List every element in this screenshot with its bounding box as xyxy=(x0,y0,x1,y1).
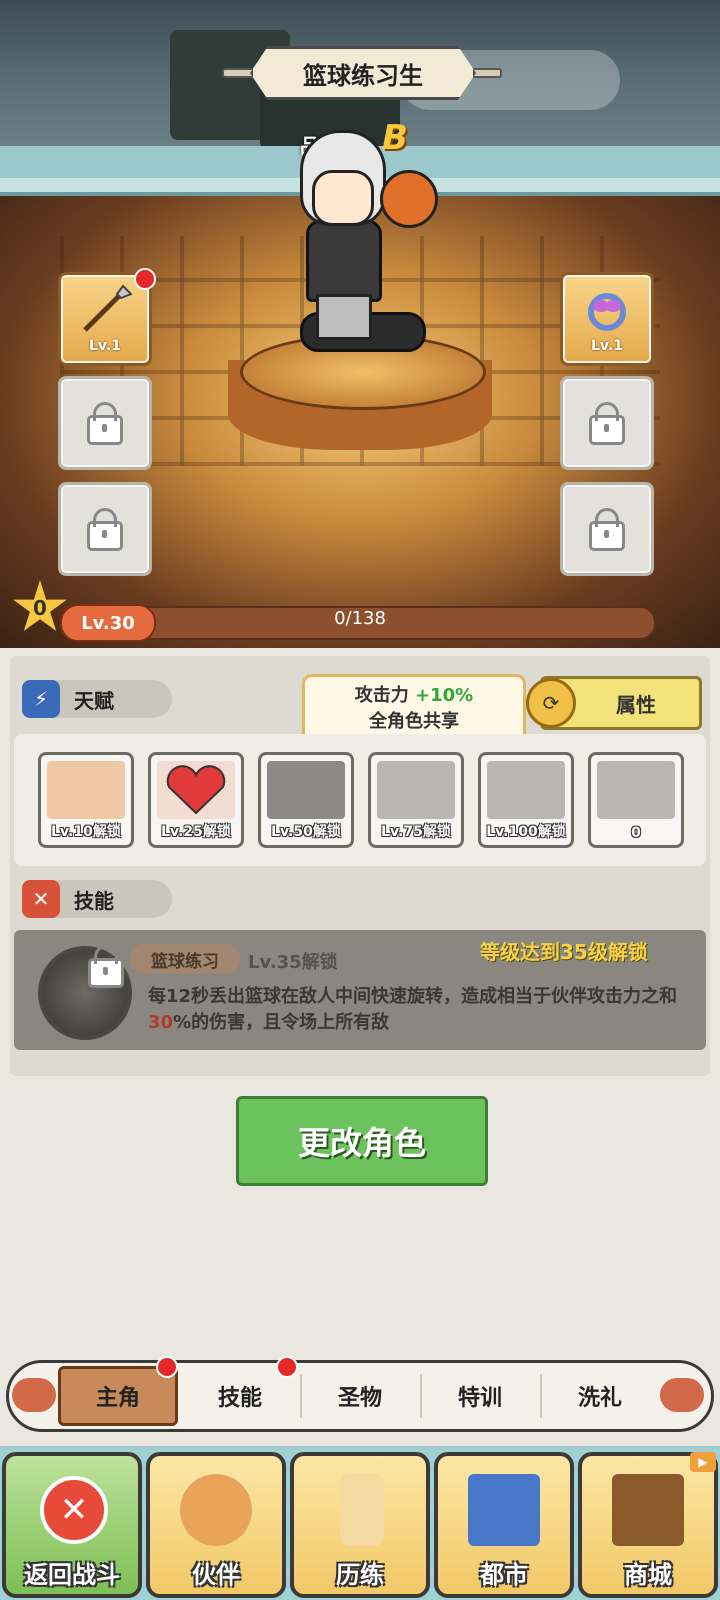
lightning-icon: ⚡ xyxy=(22,680,60,718)
talent-item-label: Lv.50解锁 xyxy=(271,824,341,840)
notification-dot xyxy=(134,268,156,290)
nav-city[interactable]: 都市 xyxy=(434,1452,574,1598)
tooltip-value: +10% xyxy=(415,685,474,706)
skill-unlock-level: Lv.35解锁 xyxy=(248,952,338,973)
talent-item[interactable]: Lv.50解锁 xyxy=(258,752,354,848)
equip-slot-locked[interactable] xyxy=(560,482,654,576)
nav-shop[interactable]: 商城 xyxy=(578,1452,718,1598)
tooltip-note: 全角色共享 xyxy=(369,711,459,732)
cat-icon xyxy=(180,1474,252,1546)
quality-grade: B xyxy=(382,118,408,158)
notification-dot xyxy=(276,1356,298,1378)
video-ad-icon: ▶ xyxy=(690,1452,716,1472)
tab-baptism[interactable]: 洗礼 xyxy=(540,1366,660,1426)
talent-section-header: ⚡ 天赋 xyxy=(22,680,172,718)
lock-icon xyxy=(87,508,123,551)
sword-icon xyxy=(47,761,125,819)
equip-slot-level: Lv.1 xyxy=(89,338,121,354)
nav-label: 返回战斗 xyxy=(24,1561,120,1589)
talent-item[interactable]: Lv.25解锁 xyxy=(148,752,244,848)
star-count: 0 xyxy=(33,596,47,620)
talent-item-label: Lv.25解锁 xyxy=(161,824,231,840)
tooltip-stat: 攻击力 xyxy=(354,685,409,706)
winged-boot-icon xyxy=(267,761,345,819)
exp-text: 0/138 xyxy=(334,608,386,629)
signpost-icon xyxy=(340,1474,384,1546)
talent-item[interactable]: Lv.75解锁 xyxy=(368,752,464,848)
change-character-button[interactable]: 更改角色 xyxy=(236,1096,488,1186)
sword-icon xyxy=(487,761,565,819)
cycle-icon: ⟳ xyxy=(526,678,576,728)
lock-icon xyxy=(87,402,123,445)
lock-icon xyxy=(589,402,625,445)
talent-item-label: 0 xyxy=(631,825,641,841)
level-badge: Lv.30 xyxy=(60,604,156,642)
tab-relic[interactable]: 圣物 xyxy=(300,1366,420,1426)
talent-item-label: Lv.75解锁 xyxy=(381,824,451,840)
cloud-swirl-icon xyxy=(12,1378,56,1412)
tab-training[interactable]: 特训 xyxy=(420,1366,540,1426)
talent-item[interactable]: Lv.100解锁 xyxy=(478,752,574,848)
heart-icon xyxy=(157,761,235,819)
equip-slot-locked[interactable] xyxy=(560,376,654,470)
talent-item[interactable]: 0 xyxy=(588,752,684,848)
market-stall-icon xyxy=(612,1474,684,1546)
close-x-icon: ✕ xyxy=(40,1476,108,1544)
skill-lock-icon xyxy=(88,945,124,988)
nav-label: 伙伴 xyxy=(192,1561,240,1589)
equip-slot-level: Lv.1 xyxy=(591,338,623,354)
nav-label: 历练 xyxy=(336,1561,384,1589)
character-name: 篮球练习生 xyxy=(250,46,476,100)
basketball-icon xyxy=(380,170,438,228)
nav-label: 都市 xyxy=(480,1561,528,1589)
building-icon xyxy=(468,1474,540,1546)
equip-slot-locked[interactable] xyxy=(58,482,152,576)
talent-section-title: 天赋 xyxy=(74,688,114,713)
equip-slot-locked[interactable] xyxy=(58,376,152,470)
cloud-swirl-icon xyxy=(660,1378,704,1412)
talent-item[interactable]: Lv.10解锁 xyxy=(38,752,134,848)
talent-item-label: Lv.10解锁 xyxy=(51,824,121,840)
notification-dot xyxy=(156,1356,178,1378)
axe-icon: ✕ xyxy=(22,880,60,918)
spear-icon xyxy=(83,284,133,332)
talent-item-label: Lv.100解锁 xyxy=(486,824,566,840)
skill-section-title: 技能 xyxy=(74,888,114,913)
skill-requirement: 等级达到35级解锁 xyxy=(480,940,648,964)
skill-description: 每12秒丢出篮球在敌人中间快速旋转，造成相当于伙伴攻击力之和30%的伤害，且令场… xyxy=(148,986,678,1033)
hero-legs xyxy=(316,294,372,340)
skill-section-header: ✕ 技能 xyxy=(22,880,172,918)
hero-face xyxy=(312,170,374,226)
hero-body xyxy=(306,220,382,302)
nav-training[interactable]: 历练 xyxy=(290,1452,430,1598)
nav-partner[interactable]: 伙伴 xyxy=(146,1452,286,1598)
butterfly-ring-icon xyxy=(588,293,626,331)
lock-icon xyxy=(589,508,625,551)
sword-icon xyxy=(597,761,675,819)
attribute-button-label: 属性 xyxy=(616,692,656,717)
skill-name: 篮球练习 xyxy=(130,944,240,974)
sword-icon xyxy=(377,761,455,819)
nav-label: 商城 xyxy=(624,1561,672,1589)
equip-slot-accessory[interactable]: Lv.1 xyxy=(560,272,654,366)
